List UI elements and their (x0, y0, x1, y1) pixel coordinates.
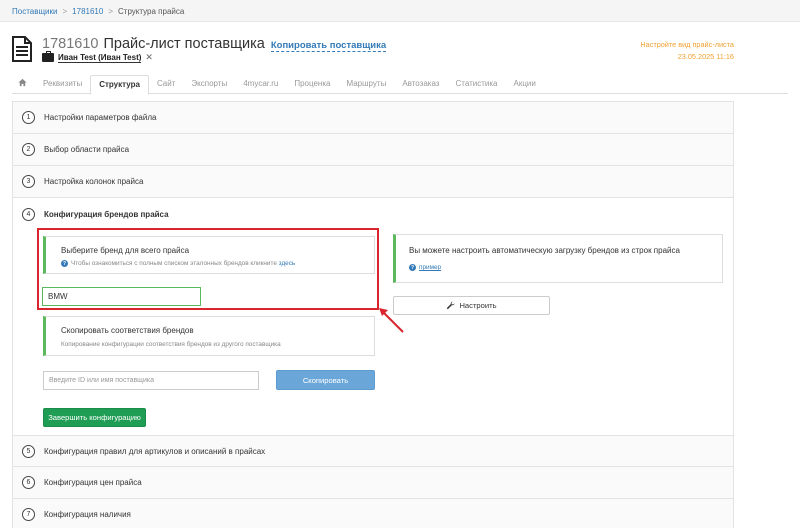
question-icon: ? (409, 264, 416, 271)
step-label: Настройка колонок прайса (44, 177, 144, 186)
owner-name[interactable]: Иван Test (Иван Test) (58, 53, 142, 63)
auto-brand-card: Вы можете настроить автоматическую загру… (393, 234, 723, 283)
step-row-6[interactable]: 6 Конфигурация цен прайса (13, 467, 733, 499)
supplier-id: 1781610 (42, 36, 99, 52)
step-row-3[interactable]: 3 Настройка колонок прайса (13, 166, 733, 198)
page-title-text: Прайс-лист поставщика (103, 36, 265, 52)
highlight-box (37, 228, 379, 310)
annotation-arrow-icon (379, 308, 404, 333)
tab-statistics[interactable]: Статистика (447, 75, 505, 94)
step-row-4[interactable]: 4 Конфигурация брендов прайса (13, 198, 733, 230)
breadcrumb-supplier-id-link[interactable]: 1781610 (72, 7, 103, 16)
document-icon (12, 36, 32, 62)
tab-pricing[interactable]: Проценка (286, 75, 338, 94)
auto-card-hint: ? пример (409, 264, 722, 271)
step-label: Конфигурация брендов прайса (44, 209, 169, 219)
breadcrumb-current: Структура прайса (118, 7, 185, 16)
tab-home[interactable] (12, 75, 35, 94)
tab-structure[interactable]: Структура (90, 75, 149, 95)
page-title: 1781610 Прайс-лист поставщика Копировать… (42, 36, 387, 52)
breadcrumb-separator: > (62, 7, 68, 16)
step-label: Настройки параметров файла (44, 113, 157, 122)
step-number: 3 (22, 175, 35, 188)
step-row-2[interactable]: 2 Выбор области прайса (13, 134, 733, 166)
close-icon[interactable]: ✕ (145, 52, 153, 63)
tab-routes[interactable]: Маршруты (338, 75, 394, 94)
copy-card-hint: Копирование конфигурации соответствия бр… (61, 341, 281, 348)
header-date: 23.05.2025 11:16 (677, 52, 734, 61)
wrench-icon (447, 301, 455, 310)
step-label: Конфигурация цен прайса (44, 478, 142, 487)
steps-panel: 1 Настройки параметров файла 2 Выбор обл… (12, 101, 734, 528)
breadcrumb-suppliers-link[interactable]: Поставщики (12, 7, 58, 16)
step-number: 2 (22, 143, 35, 156)
tab-promotions[interactable]: Акции (506, 75, 544, 94)
copy-supplier-link[interactable]: Копировать поставщика (270, 40, 387, 52)
step-number: 1 (22, 111, 35, 124)
copy-brands-card: Скопировать соответствия брендов Копиров… (43, 316, 375, 356)
supplier-search-input[interactable]: Введите ID или имя поставщика (43, 371, 259, 390)
tab-exports[interactable]: Экспорты (183, 75, 235, 94)
example-link[interactable]: пример (419, 264, 441, 271)
tab-site[interactable]: Сайт (149, 75, 183, 94)
step-number: 6 (22, 476, 35, 489)
step-label: Конфигурация наличия (44, 510, 131, 519)
step-row-1[interactable]: 1 Настройки параметров файла (13, 102, 733, 134)
step-row-7[interactable]: 7 Конфигурация наличия (13, 499, 733, 528)
step-label: Выбор области прайса (44, 145, 130, 154)
step-row-5[interactable]: 5 Конфигурация правил для артикулов и оп… (13, 435, 733, 467)
tab-bar: Реквизиты Структура Сайт Экспорты 4mycar… (12, 75, 788, 95)
home-icon (18, 78, 27, 87)
step-label: Конфигурация правил для артикулов и опис… (44, 446, 266, 456)
step-number: 7 (22, 508, 35, 521)
briefcase-icon (42, 51, 54, 62)
step-number: 4 (22, 207, 35, 221)
configure-button[interactable]: Настроить (393, 296, 550, 315)
copy-button[interactable]: Скопировать (276, 370, 375, 390)
tab-4mycar[interactable]: 4mycar.ru (235, 75, 286, 94)
tab-requisites[interactable]: Реквизиты (35, 75, 90, 94)
finish-configuration-button[interactable]: Завершить конфигурацию (43, 408, 146, 427)
owner-row: Иван Test (Иван Test) ✕ (42, 51, 153, 63)
customize-view-link[interactable]: Настройте вид прайс-листа (640, 39, 734, 51)
tab-autoorder[interactable]: Автозаказ (394, 75, 447, 94)
auto-card-title: Вы можете настроить автоматическую загру… (409, 246, 680, 255)
step-number: 5 (22, 444, 35, 458)
breadcrumb-separator: > (108, 7, 113, 16)
header-right-info: Настройте вид прайс-листа 23.05.2025 11:… (640, 39, 734, 63)
configure-button-label: Настроить (459, 301, 497, 310)
breadcrumb: Поставщики >1781610 > Структура прайса (0, 0, 800, 22)
copy-card-title: Скопировать соответствия брендов (61, 326, 194, 335)
